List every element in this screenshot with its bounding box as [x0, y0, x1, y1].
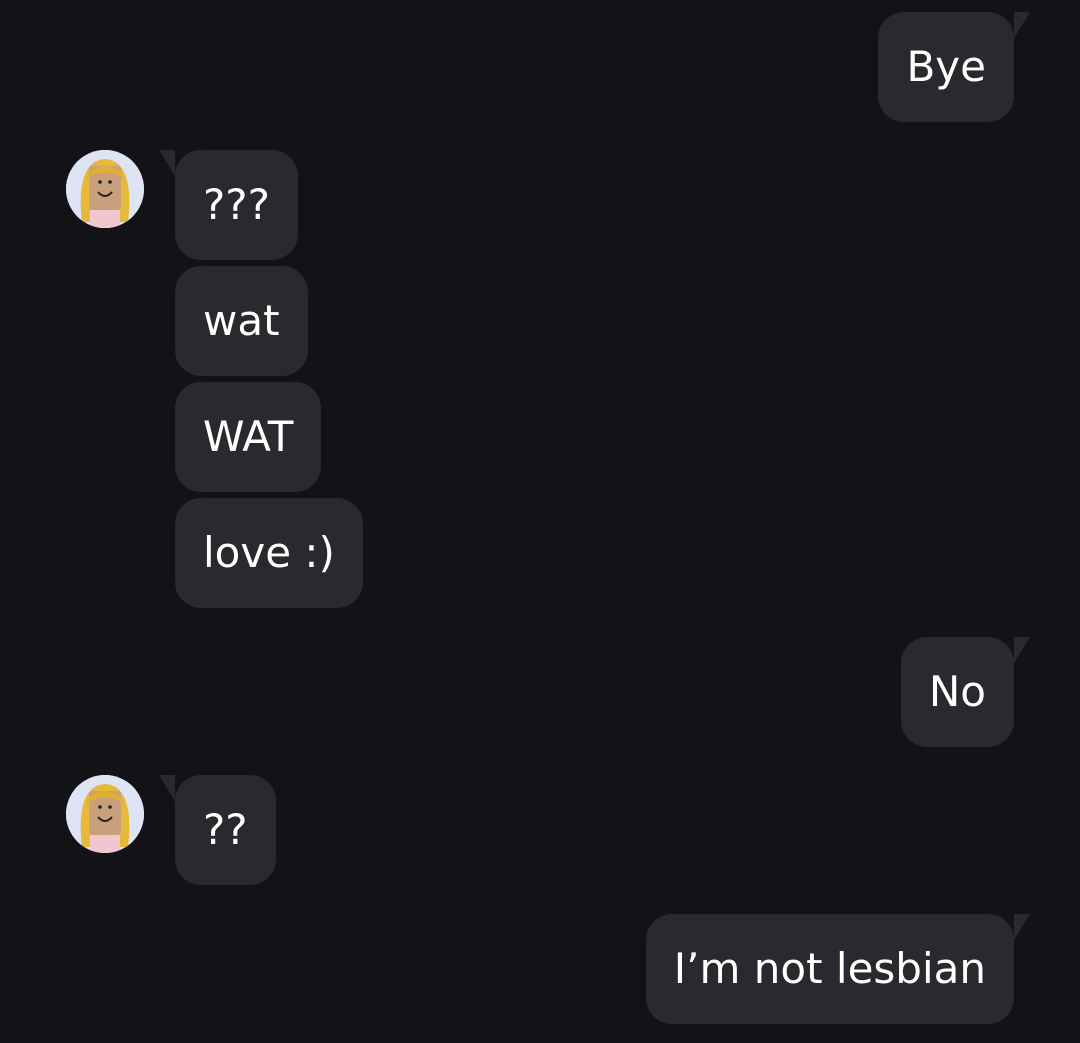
message-bubble-outgoing[interactable]: No [900, 637, 1030, 747]
message-bubble-incoming[interactable]: wat [175, 266, 308, 376]
contact-avatar-icon[interactable] [66, 150, 144, 228]
message-bubble-incoming[interactable]: love :) [175, 498, 363, 608]
bubble-tail [1014, 12, 1030, 38]
bubble-tail [159, 775, 175, 801]
message-text: No [928, 667, 986, 716]
message-text: ?? [203, 805, 248, 854]
bubble-tail [1014, 637, 1030, 663]
contact-avatar-icon[interactable] [66, 775, 144, 853]
message-bubble-outgoing[interactable]: Bye [878, 12, 1030, 122]
message-text: Bye [906, 42, 986, 91]
message-text: wat [203, 296, 280, 345]
bubble-tail [159, 150, 175, 176]
message-text: I’m not lesbian [673, 944, 986, 993]
bubble-tail [1014, 914, 1030, 940]
message-bubble-incoming[interactable]: ?? [159, 775, 276, 885]
message-text: ??? [203, 180, 270, 229]
message-bubble-incoming[interactable]: WAT [175, 382, 322, 492]
message-bubble-outgoing[interactable]: I’m not lesbian [645, 914, 1030, 1024]
message-text: love :) [203, 528, 335, 577]
message-bubble-incoming[interactable]: ??? [159, 150, 298, 260]
message-text: WAT [203, 412, 294, 461]
